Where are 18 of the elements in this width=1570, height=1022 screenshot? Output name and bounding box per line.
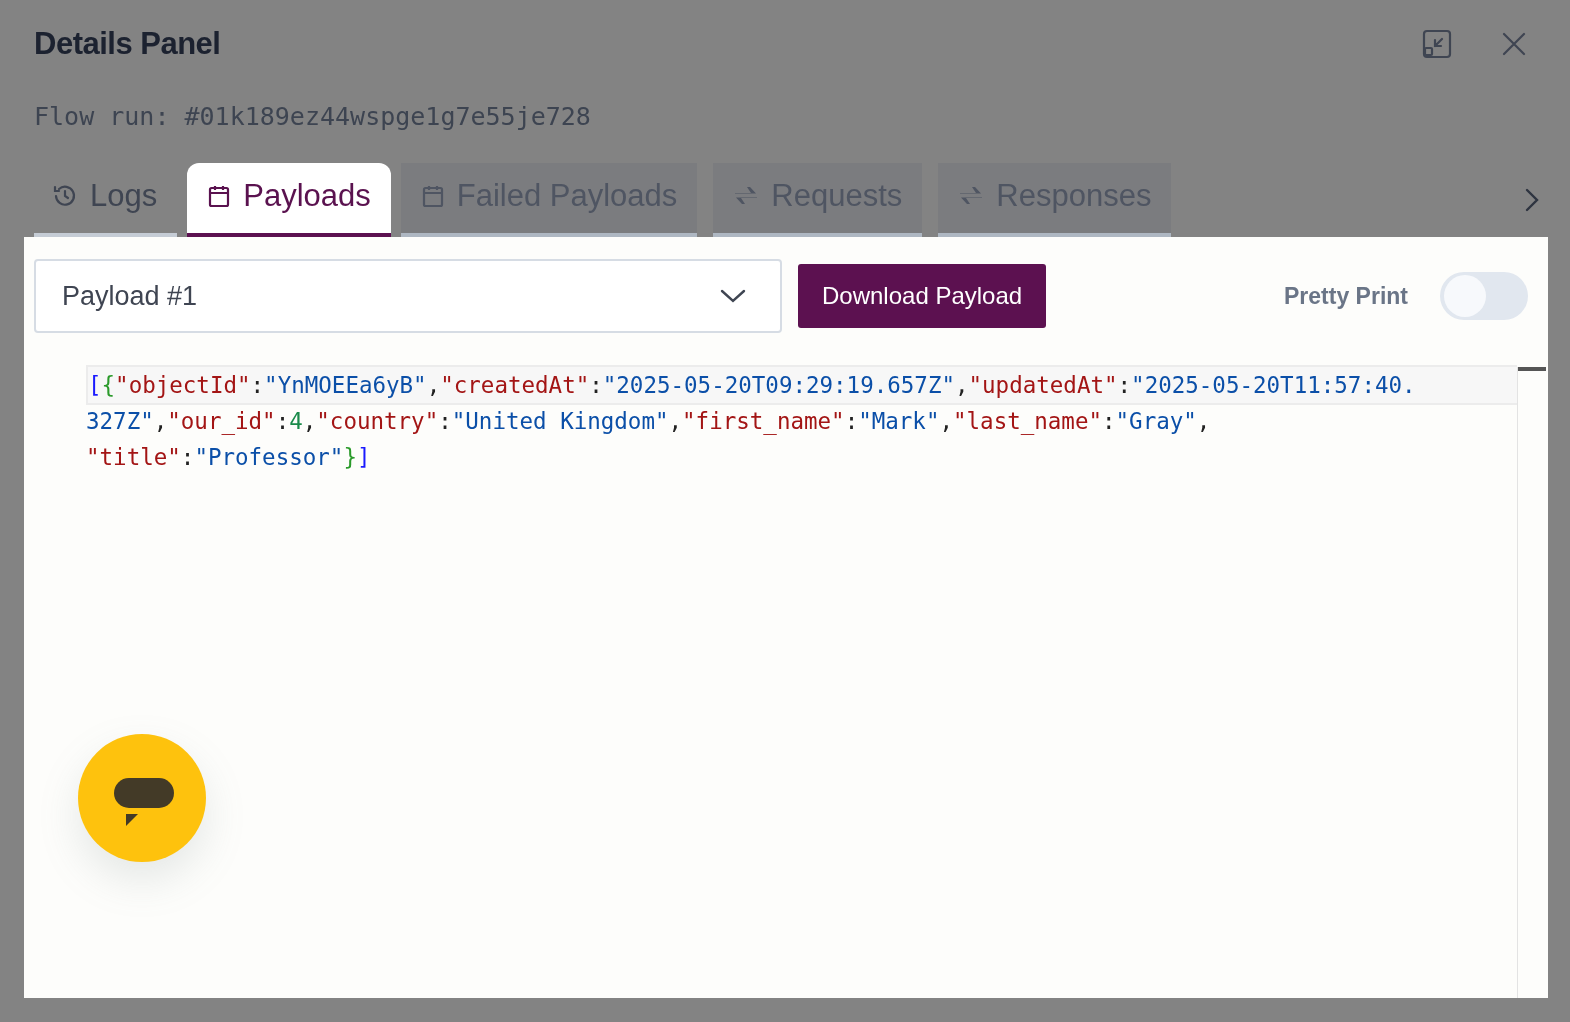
chevron-right-icon[interactable]: [1524, 187, 1540, 213]
tab[interactable]: Payloads: [187, 163, 391, 237]
payload-select[interactable]: Payload #1: [34, 259, 782, 333]
panel-title: Details Panel: [34, 26, 221, 62]
calendar-icon: [420, 184, 445, 208]
minimize-icon[interactable]: [1422, 29, 1452, 59]
history-icon: [52, 183, 78, 209]
calendar-icon: [207, 184, 232, 208]
chat-bubble-icon: [114, 778, 176, 826]
scrollbar-thumb[interactable]: [1518, 367, 1546, 371]
close-icon[interactable]: [1502, 32, 1526, 56]
pretty-print-toggle[interactable]: [1440, 272, 1528, 320]
code-line: "title":"Professor"}]: [86, 443, 372, 472]
code-line: 327Z","our_id":4,"country":"United Kingdom","first_name":"Mark","last_name":"Gray",: [86, 407, 1212, 437]
flow-run-id: Flow run: #01k189ez44wspge1g7e55je728: [34, 102, 592, 131]
download-button[interactable]: Download Payload: [798, 264, 1047, 328]
pretty-print-label: Pretty Print: [1284, 282, 1408, 310]
chevron-down-icon: [720, 289, 746, 303]
